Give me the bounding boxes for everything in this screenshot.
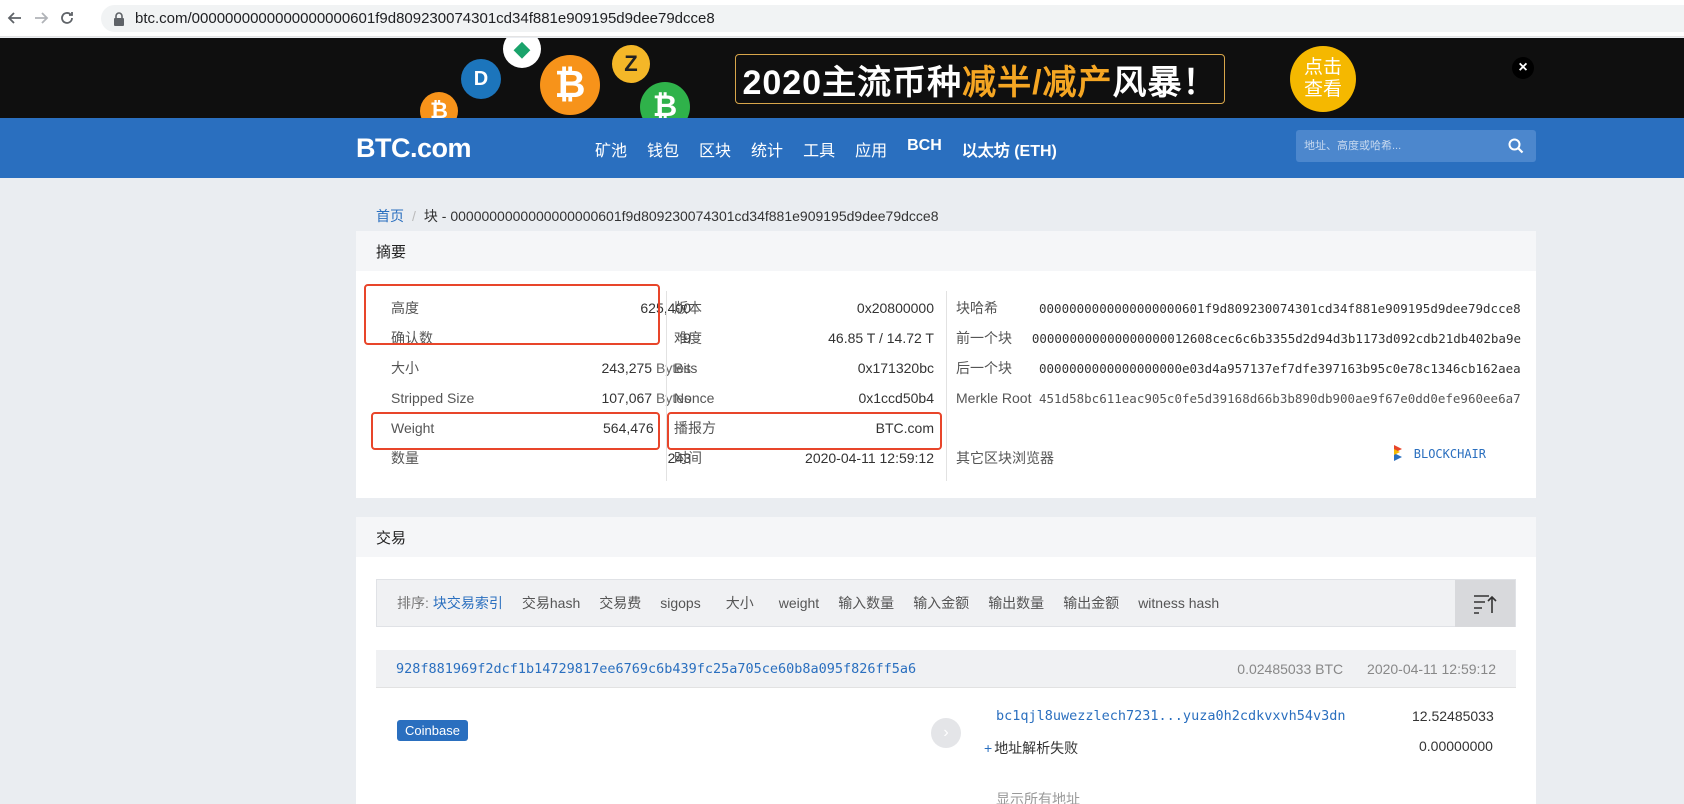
back-icon[interactable] xyxy=(4,7,26,29)
divider xyxy=(666,291,667,481)
forward-icon[interactable] xyxy=(30,7,52,29)
summary-row-next-block: 后一个块 0000000000000000000e03d4a957137ef7df… xyxy=(956,360,1521,376)
summary-row-difficulty: 难度 46.85 T / 14.72 T xyxy=(674,330,934,346)
sort-ascending-icon xyxy=(1474,594,1497,614)
sort-option-fee[interactable]: 交易费 xyxy=(599,593,641,613)
output-parse-failed: + 地址解析失败 xyxy=(984,740,1079,756)
breadcrumb: 首页 / 块 - 0000000000000000000601f9d80923007… xyxy=(376,208,939,224)
site-navbar: BTC.com 矿池 钱包 区块 统计 工具 应用 BCH 以太坊 (ETH) xyxy=(0,118,1684,178)
prev-block-link[interactable]: 000000000000000000012608cec6c6b3355d2d94… xyxy=(1032,331,1521,346)
summary-row-stripped-size: Stripped Size 107,067 Bytes xyxy=(391,390,691,406)
transactions-title: 交易 xyxy=(356,517,1536,557)
summary-row-bits: Bits 0x171320bc xyxy=(674,360,934,376)
sort-option-index[interactable]: 块交易索引 xyxy=(433,593,503,613)
url-text: btc.com/0000000000000000000601f9d8092300… xyxy=(135,10,715,27)
bitcoin-cash-coin-icon: ₿ xyxy=(640,82,690,118)
address-bar[interactable]: btc.com/0000000000000000000601f9d8092300… xyxy=(101,5,1684,32)
summary-column-3: 块哈希 0000000000000000000601f9d809230074301… xyxy=(956,293,1521,473)
summary-row-size: 大小 243,275 Bytes xyxy=(391,360,691,376)
summary-row-explorers: 其它区块浏览器 BLOCKCHAIR xyxy=(956,443,1521,473)
banner-cta-button[interactable]: 点击查看 xyxy=(1290,46,1356,112)
menu-item-eth[interactable]: 以太坊 (ETH) xyxy=(962,137,1057,161)
summary-title: 摘要 xyxy=(356,231,1536,271)
transactions-panel: 交易 排序: 块交易索引 交易hash 交易费 sigops 大小 weight… xyxy=(356,517,1536,804)
sort-bar: 排序: 块交易索引 交易hash 交易费 sigops 大小 weight 输入… xyxy=(376,579,1516,627)
blockchair-icon xyxy=(1393,445,1402,461)
highlight-box xyxy=(371,412,660,450)
site-logo[interactable]: BTC.com xyxy=(356,133,472,164)
ethereum-classic-coin-icon: ◆ xyxy=(503,38,541,68)
summary-row-prev-block: 前一个块 000000000000000000012608cec6c6b3355d… xyxy=(956,330,1521,346)
sort-option-output-count[interactable]: 输出数量 xyxy=(988,593,1044,613)
coinbase-badge: Coinbase xyxy=(397,720,468,741)
sort-option-output-amount[interactable]: 输出金额 xyxy=(1063,593,1119,613)
highlight-box xyxy=(364,284,660,345)
sort-option-size[interactable]: 大小 xyxy=(726,593,754,613)
sort-option-hash[interactable]: 交易hash xyxy=(522,593,580,613)
sort-option-input-amount[interactable]: 输入金额 xyxy=(913,593,969,613)
breadcrumb-current: 块 - 0000000000000000000601f9d80923007430… xyxy=(423,208,939,224)
sort-option-input-count[interactable]: 输入数量 xyxy=(838,593,894,613)
menu-item-wallet[interactable]: 钱包 xyxy=(647,137,679,161)
zcash-coin-icon: Z xyxy=(612,45,650,83)
dash-coin-icon: D xyxy=(461,59,501,99)
menu-item-tools[interactable]: 工具 xyxy=(803,137,835,161)
divider xyxy=(946,291,947,481)
bitcoin-coin-icon-large: ₿ xyxy=(540,55,600,115)
reload-icon[interactable] xyxy=(56,7,78,29)
sort-order-button[interactable] xyxy=(1455,580,1515,627)
menu-item-stats[interactable]: 统计 xyxy=(751,137,783,161)
next-block-link[interactable]: 0000000000000000000e03d4a957137ef7dfe397… xyxy=(1039,361,1521,376)
show-all-addresses-link[interactable]: 显示所有地址 xyxy=(996,789,1080,804)
menu-item-blocks[interactable]: 区块 xyxy=(699,137,731,161)
transaction-amount: 0.02485033 BTC xyxy=(1237,661,1344,677)
output-value: 12.52485033 xyxy=(1412,708,1494,724)
lock-icon xyxy=(114,11,124,26)
search-input[interactable] xyxy=(1304,140,1504,152)
main-menu: 矿池 钱包 区块 统计 工具 应用 BCH 以太坊 (ETH) xyxy=(595,137,1077,161)
summary-panel: 摘要 高度625,400 确认数9 大小243,275 Bytes Stripp… xyxy=(356,231,1536,498)
transaction-time: 2020-04-11 12:59:12 xyxy=(1367,661,1496,677)
sort-label: 排序: xyxy=(397,595,429,611)
menu-item-bch[interactable]: BCH xyxy=(907,137,942,161)
breadcrumb-home[interactable]: 首页 xyxy=(376,208,404,224)
bitcoin-coin-icon: ₿ xyxy=(420,92,458,118)
highlight-box xyxy=(667,412,942,450)
search-icon[interactable] xyxy=(1508,138,1524,154)
menu-item-apps[interactable]: 应用 xyxy=(855,137,887,161)
blockchair-link[interactable]: BLOCKCHAIR xyxy=(1390,443,1486,465)
arrow-right-icon: › xyxy=(931,718,961,748)
transaction-hash-link[interactable]: 928f881969f2dcf1b14729817ee6769c6b439fc2… xyxy=(396,661,916,677)
sort-option-weight[interactable]: weight xyxy=(779,595,819,611)
search-box xyxy=(1296,130,1536,162)
transaction-header: 928f881969f2dcf1b14729817ee6769c6b439fc2… xyxy=(376,650,1516,688)
block-hash-link[interactable]: 0000000000000000000601f9d809230074301cd3… xyxy=(1039,301,1521,316)
promo-banner[interactable]: ₿ D ◆ ₿ Z ₿ 2020主流币种 减半/减产 风暴！ 点击查看 × xyxy=(0,38,1684,118)
sort-option-witness-hash[interactable]: witness hash xyxy=(1138,595,1219,611)
browser-toolbar: btc.com/0000000000000000000601f9d8092300… xyxy=(0,0,1684,37)
close-icon[interactable]: × xyxy=(1512,57,1534,79)
summary-row-block-hash: 块哈希 0000000000000000000601f9d809230074301… xyxy=(956,300,1521,316)
output-address-link[interactable]: bc1qjl8uwezzlech7231...yuza0h2cdkvxvh54v… xyxy=(996,708,1346,724)
sort-option-sigops[interactable]: sigops xyxy=(660,595,700,611)
summary-row-nonce: Nonce 0x1ccd50b4 xyxy=(674,390,934,406)
summary-row-merkle-root: Merkle Root 451d58bc611eac905c0fe5d39168d… xyxy=(956,390,1521,406)
menu-item-pool[interactable]: 矿池 xyxy=(595,137,627,161)
summary-row-version: 版本 0x20800000 xyxy=(674,300,934,316)
output-value-2: 0.00000000 xyxy=(1419,738,1493,754)
banner-title: 2020主流币种 减半/减产 风暴！ xyxy=(735,54,1225,104)
